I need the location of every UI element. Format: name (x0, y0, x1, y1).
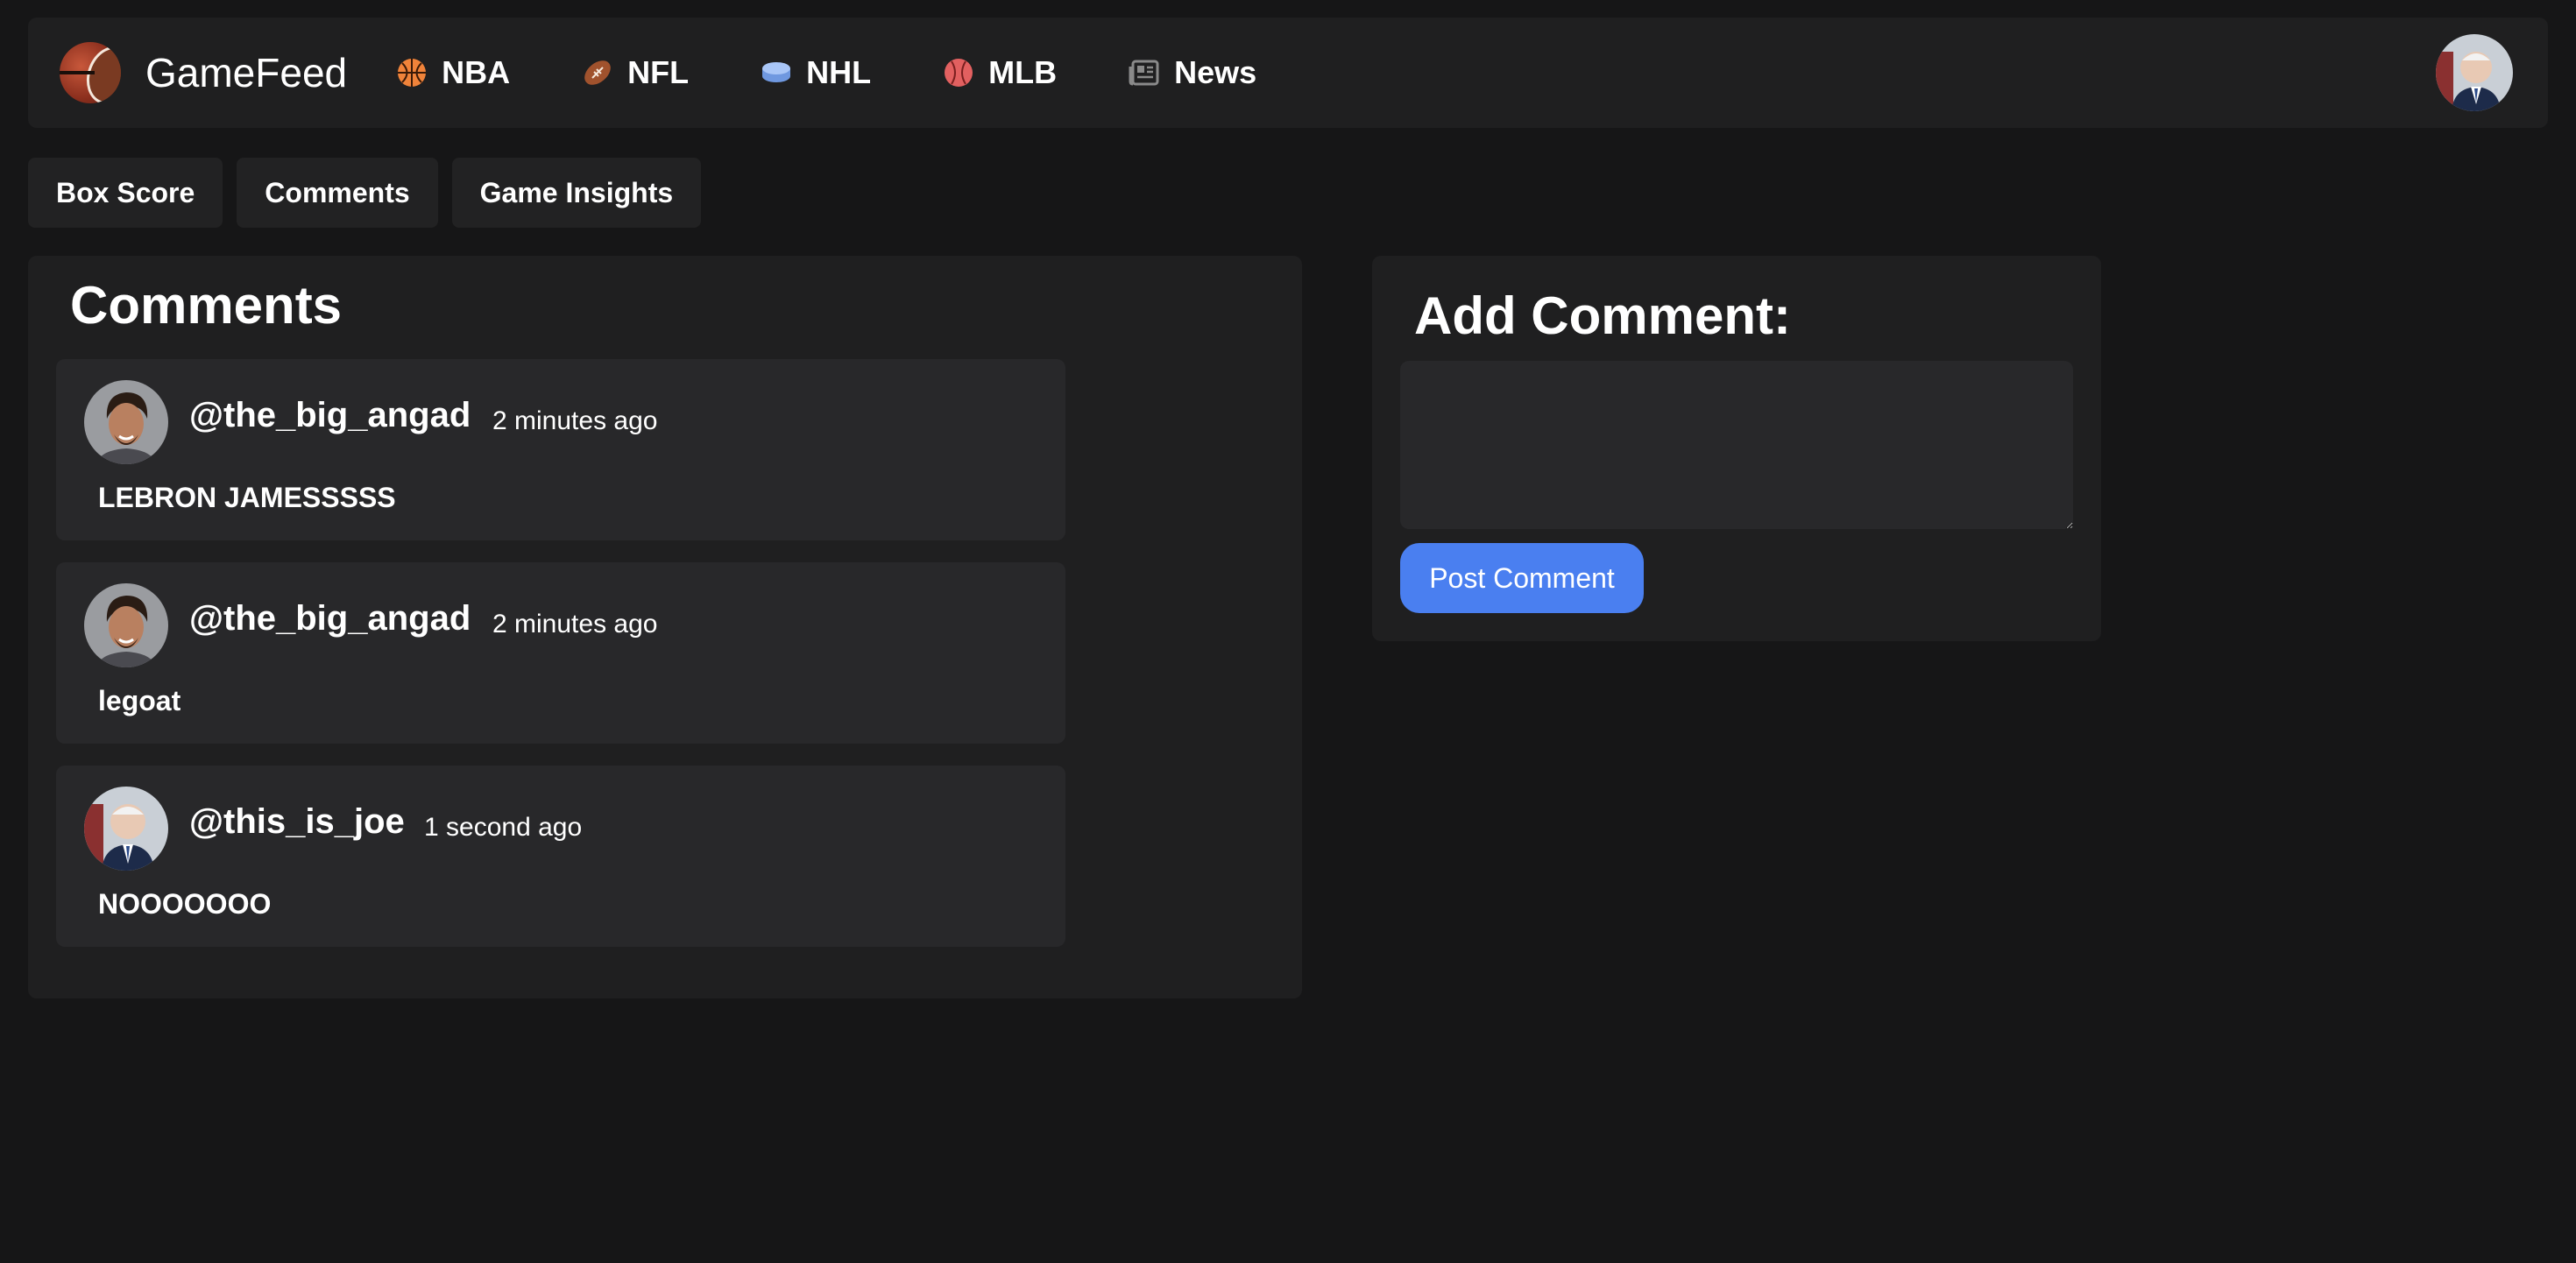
nav-item-nhl[interactable]: NHL (761, 54, 871, 91)
game-tabs: Box Score Comments Game Insights (28, 158, 702, 228)
comment-card: @this_is_joe 1 second ago NOOOOOOO (56, 766, 1065, 947)
comment-card: @the_big_angad 2 minutes ago LEBRON JAME… (56, 359, 1065, 540)
hockey-puck-icon (761, 57, 792, 88)
comment-card: @the_big_angad 2 minutes ago legoat (56, 562, 1065, 744)
comment-textarea[interactable] (1400, 361, 2073, 529)
comment-username[interactable]: @the_big_angad (189, 396, 471, 435)
comment-timestamp: 1 second ago (424, 813, 583, 842)
comment-timestamp: 2 minutes ago (492, 610, 658, 639)
brand-name[interactable]: GameFeed (145, 49, 347, 96)
user-avatar[interactable] (2436, 34, 2513, 111)
baseball-icon (943, 57, 974, 88)
nav-label-news: News (1174, 54, 1257, 90)
comments-panel: Comments @the_big_angad 2 minutes ago LE… (28, 256, 1302, 998)
tab-comments[interactable]: Comments (237, 158, 438, 228)
nav-item-mlb[interactable]: MLB (943, 54, 1057, 91)
nav-label-nba: NBA (442, 54, 511, 90)
commenter-avatar[interactable] (84, 583, 168, 667)
nav-label-mlb: MLB (988, 54, 1058, 90)
page: GameFeed NBA NFL NHL MLB News Box Score … (0, 0, 2576, 1263)
nav-item-news[interactable]: News (1129, 54, 1256, 91)
sport-nav: NBA NFL NHL MLB News (396, 54, 1328, 91)
nav-item-nba[interactable]: NBA (396, 54, 510, 91)
add-comment-heading: Add Comment: (1414, 286, 1791, 345)
comment-username[interactable]: @this_is_joe (189, 802, 405, 842)
comment-timestamp: 2 minutes ago (492, 406, 658, 435)
comment-text: NOOOOOOO (98, 888, 272, 920)
top-nav-bar: GameFeed NBA NFL NHL MLB News (28, 18, 2548, 128)
newspaper-icon (1129, 57, 1160, 88)
comment-username[interactable]: @the_big_angad (189, 599, 471, 639)
comments-heading: Comments (70, 276, 343, 335)
add-comment-panel: Add Comment: Post Comment (1372, 256, 2101, 641)
basketball-icon (396, 57, 428, 88)
nav-label-nfl: NFL (627, 54, 690, 90)
commenter-avatar[interactable] (84, 787, 168, 871)
comment-text: LEBRON JAMESSSSS (98, 482, 396, 513)
commenter-avatar[interactable] (84, 380, 168, 464)
nav-label-nhl: NHL (806, 54, 872, 90)
gamefeed-logo-icon[interactable] (60, 42, 121, 103)
tab-box-score[interactable]: Box Score (28, 158, 223, 228)
post-comment-button[interactable]: Post Comment (1400, 543, 1644, 613)
comment-text: legoat (98, 685, 181, 716)
football-icon (582, 57, 613, 88)
tab-game-insights[interactable]: Game Insights (451, 158, 702, 228)
nav-item-nfl[interactable]: NFL (582, 54, 689, 91)
